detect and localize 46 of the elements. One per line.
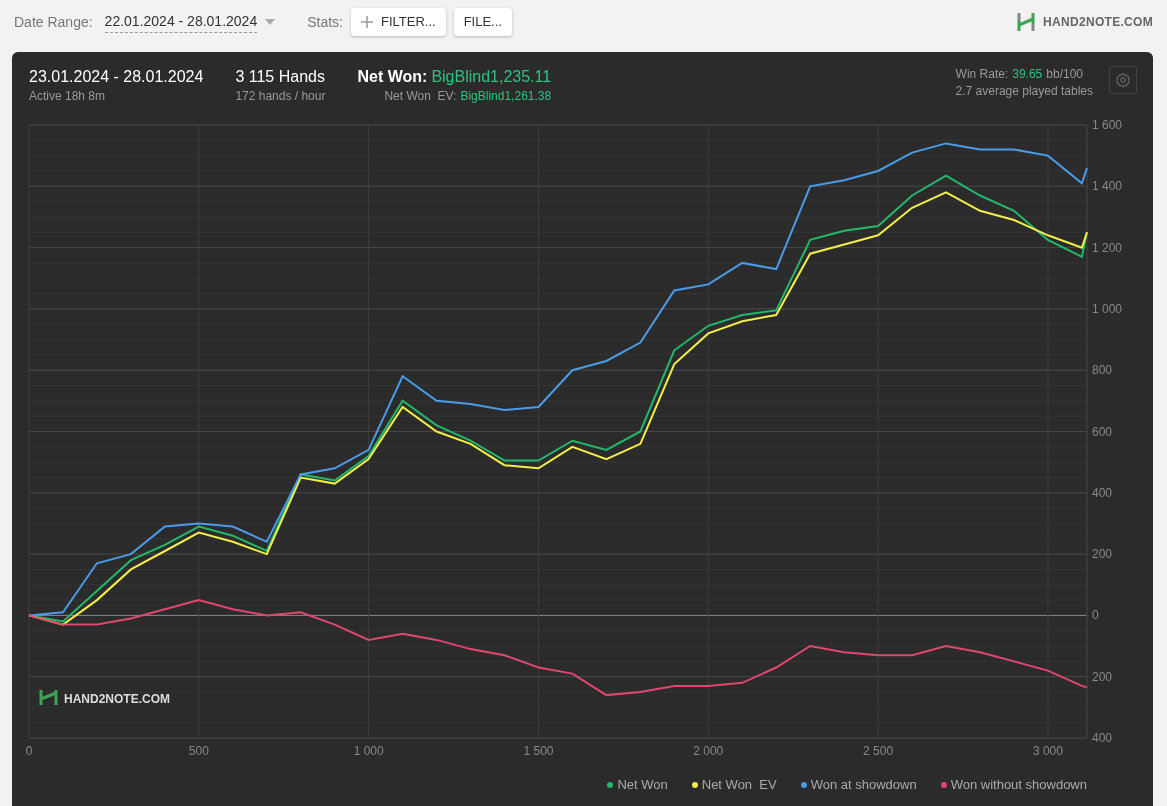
net-won-label: Net Won: xyxy=(357,67,428,87)
win-rate-value: 39.65 xyxy=(1012,66,1043,83)
legend-label: Net Won EV xyxy=(701,776,777,794)
y-axis-label: 0 xyxy=(1092,608,1099,623)
stats-label: Stats: xyxy=(307,12,343,32)
x-axis-label: 1 500 xyxy=(523,744,554,758)
date-range-dropdown[interactable]: 22.01.2024 - 28.01.2024 xyxy=(104,11,258,33)
period-title: 23.01.2024 - 28.01.2024 xyxy=(29,67,204,87)
hands-count: 3 115 Hands xyxy=(235,67,326,87)
x-axis-label: 3 000 xyxy=(1032,744,1063,758)
x-axis-label: 500 xyxy=(188,744,209,758)
plus-icon xyxy=(361,16,373,28)
y-axis-label: 600 xyxy=(1092,424,1113,439)
y-axis-label: 400 xyxy=(1092,485,1113,500)
net-won-ev-label: Net Won EV: xyxy=(384,88,457,105)
x-axis-label: 2 000 xyxy=(693,744,724,758)
tables-average: 2.7 average played tables xyxy=(955,83,1093,100)
legend-label: Won at showdown xyxy=(810,776,917,794)
file-button[interactable]: FILE... xyxy=(453,8,512,36)
y-axis-label: 200 xyxy=(1092,669,1113,684)
x-axis-label: 0 xyxy=(25,744,33,758)
active-time: Active 18h 8m xyxy=(29,88,107,105)
y-axis-label: 800 xyxy=(1092,363,1113,378)
win-rate-label: Win Rate: xyxy=(955,66,1009,83)
y-axis-label: 400 xyxy=(1092,731,1113,745)
logo-icon xyxy=(1017,12,1036,32)
y-axis-label: 1 400 xyxy=(1092,179,1123,194)
x-axis-label: 1 000 xyxy=(353,744,384,758)
settings-icon xyxy=(1115,72,1131,88)
caret-icon[interactable] xyxy=(265,19,276,25)
net-won-value: BigBlind1,235.11 xyxy=(431,67,552,87)
y-axis-label: 1 000 xyxy=(1092,301,1123,316)
legend-label: Net Won xyxy=(617,776,668,794)
hands-per-hour: 172 hands / hour xyxy=(235,88,326,105)
y-axis-label: 1 200 xyxy=(1092,240,1123,255)
net-won-ev-value: BigBlind1,261.38 xyxy=(460,88,552,105)
win-rate-unit: bb/100 xyxy=(1046,66,1083,83)
settings-button[interactable] xyxy=(1109,66,1137,94)
date-range-label: Date Range: xyxy=(14,12,93,32)
x-axis-label: 2 500 xyxy=(863,744,894,758)
y-axis-label: 1 600 xyxy=(1092,118,1123,132)
y-axis-label: 200 xyxy=(1092,547,1113,562)
logo-text: HAND2NOTE.COM xyxy=(1043,14,1153,31)
chart-logo-drawing: HAND2NOTE.COM xyxy=(39,688,170,707)
add-filter-button[interactable]: FILTER... xyxy=(351,8,446,36)
legend-label: Won without showdown xyxy=(950,776,1087,794)
